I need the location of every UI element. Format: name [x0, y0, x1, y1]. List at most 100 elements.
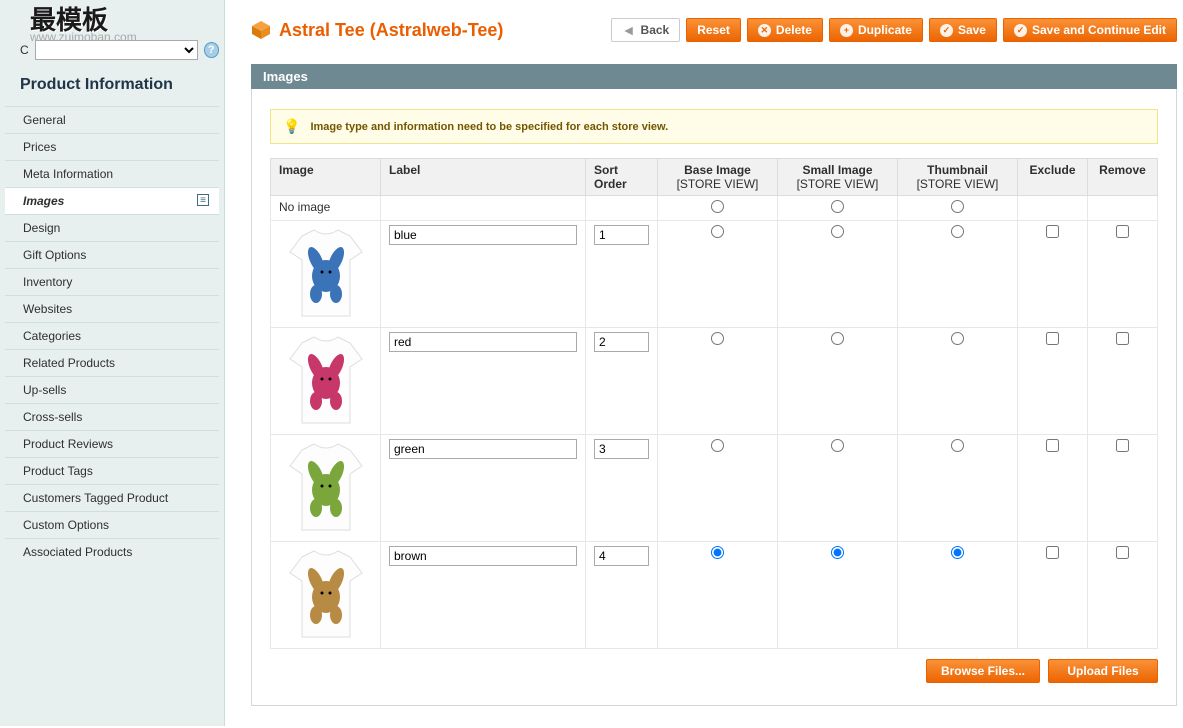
sidebar-item-link[interactable]: Prices [5, 134, 219, 160]
sidebar-item-associated-products[interactable]: Associated Products [5, 538, 219, 565]
back-button[interactable]: ◄Back [611, 18, 681, 42]
sidebar-item-inventory[interactable]: Inventory [5, 268, 219, 295]
table-footer-buttons: Browse Files... Upload Files [270, 649, 1158, 685]
upload-files-button[interactable]: Upload Files [1048, 659, 1158, 683]
sidebar-item-link[interactable]: Cross-sells [5, 404, 219, 430]
table-row [271, 435, 1158, 542]
duplicate-button-label: Duplicate [858, 23, 912, 37]
sort-order-input[interactable] [594, 225, 649, 245]
sidebar-item-images[interactable]: Images≡ [5, 187, 219, 214]
sidebar-item-link[interactable]: Product Tags [5, 458, 219, 484]
sidebar-item-link[interactable]: Up-sells [5, 377, 219, 403]
duplicate-button[interactable]: + Duplicate [829, 18, 923, 42]
small-image-radio[interactable] [831, 546, 844, 559]
base-image-radio-none[interactable] [711, 200, 724, 213]
small-image-radio-none[interactable] [831, 200, 844, 213]
sidebar-item-categories[interactable]: Categories [5, 322, 219, 349]
col-small-label: Small Image [802, 163, 872, 177]
section-header: Images [251, 64, 1177, 89]
sidebar-item-meta-information[interactable]: Meta Information [5, 160, 219, 187]
col-thumb-label: Thumbnail [927, 163, 988, 177]
sidebar-item-link[interactable]: Websites [5, 296, 219, 322]
sidebar-item-link[interactable]: Categories [5, 323, 219, 349]
sidebar-title: Product Information [20, 72, 219, 98]
sidebar-item-link[interactable]: Inventory [5, 269, 219, 295]
sidebar-item-link[interactable]: Associated Products [5, 539, 219, 565]
sidebar-item-related-products[interactable]: Related Products [5, 349, 219, 376]
sidebar-item-gift-options[interactable]: Gift Options [5, 241, 219, 268]
save-continue-button[interactable]: ✓Save and Continue Edit [1003, 18, 1177, 42]
small-image-radio[interactable] [831, 439, 844, 452]
label-input[interactable] [389, 332, 577, 352]
col-base-label: Base Image [684, 163, 751, 177]
remove-checkbox[interactable] [1116, 225, 1129, 238]
small-image-radio[interactable] [831, 225, 844, 238]
sidebar-item-customers-tagged-product[interactable]: Customers Tagged Product [5, 484, 219, 511]
label-input[interactable] [389, 439, 577, 459]
col-sort: Sort Order [586, 159, 658, 196]
sidebar-item-link[interactable]: Related Products [5, 350, 219, 376]
sidebar-item-link[interactable]: Product Reviews [5, 431, 219, 457]
sidebar-item-general[interactable]: General [5, 106, 219, 133]
sidebar-item-link[interactable]: Customers Tagged Product [5, 485, 219, 511]
sidebar-item-link[interactable]: Gift Options [5, 242, 219, 268]
product-image-thumb[interactable] [281, 441, 371, 535]
label-input[interactable] [389, 546, 577, 566]
sort-order-input[interactable] [594, 546, 649, 566]
notice-banner: 💡 Image type and information need to be … [270, 109, 1158, 144]
save-continue-button-label: Save and Continue Edit [1032, 23, 1166, 37]
exclude-checkbox[interactable] [1046, 546, 1059, 559]
product-cube-icon [251, 20, 271, 40]
product-image-thumb[interactable] [281, 227, 371, 321]
product-image-thumb[interactable] [281, 334, 371, 428]
sidebar-item-link[interactable]: Custom Options [5, 512, 219, 538]
thumbnail-radio[interactable] [951, 332, 964, 345]
remove-checkbox[interactable] [1116, 439, 1129, 452]
sidebar-item-link[interactable]: Design [5, 215, 219, 241]
no-image-cell: No image [271, 196, 381, 221]
thumbnail-radio[interactable] [951, 225, 964, 238]
save-button[interactable]: ✓Save [929, 18, 997, 42]
remove-checkbox[interactable] [1116, 546, 1129, 559]
duplicate-icon: + [840, 24, 853, 37]
sidebar-item-up-sells[interactable]: Up-sells [5, 376, 219, 403]
col-label: Label [381, 159, 586, 196]
sidebar-item-product-tags[interactable]: Product Tags [5, 457, 219, 484]
sidebar-item-prices[interactable]: Prices [5, 133, 219, 160]
exclude-checkbox[interactable] [1046, 225, 1059, 238]
expand-icon[interactable]: ≡ [197, 194, 209, 206]
col-base-store-view: [STORE VIEW] [666, 177, 769, 191]
exclude-checkbox[interactable] [1046, 439, 1059, 452]
notice-text: Image type and information need to be sp… [310, 121, 668, 133]
sidebar-item-design[interactable]: Design [5, 214, 219, 241]
col-base: Base Image[STORE VIEW] [658, 159, 778, 196]
small-image-radio[interactable] [831, 332, 844, 345]
base-image-radio[interactable] [711, 225, 724, 238]
sidebar-item-link[interactable]: General [5, 107, 219, 133]
remove-checkbox[interactable] [1116, 332, 1129, 345]
base-image-radio[interactable] [711, 439, 724, 452]
exclude-checkbox[interactable] [1046, 332, 1059, 345]
sidebar-item-websites[interactable]: Websites [5, 295, 219, 322]
sidebar-item-link[interactable]: Images [5, 188, 219, 214]
help-icon[interactable]: ? [204, 42, 219, 58]
thumbnail-radio[interactable] [951, 546, 964, 559]
base-image-radio[interactable] [711, 332, 724, 345]
sidebar-item-link[interactable]: Meta Information [5, 161, 219, 187]
label-input[interactable] [389, 225, 577, 245]
sidebar-item-cross-sells[interactable]: Cross-sells [5, 403, 219, 430]
sort-order-input[interactable] [594, 332, 649, 352]
save-icon: ✓ [940, 24, 953, 37]
thumbnail-radio-none[interactable] [951, 200, 964, 213]
sidebar-item-product-reviews[interactable]: Product Reviews [5, 430, 219, 457]
browse-files-button[interactable]: Browse Files... [926, 659, 1040, 683]
sidebar-item-custom-options[interactable]: Custom Options [5, 511, 219, 538]
delete-button[interactable]: ✕Delete [747, 18, 823, 42]
col-thumb-store-view: [STORE VIEW] [906, 177, 1009, 191]
sort-order-input[interactable] [594, 439, 649, 459]
product-image-thumb[interactable] [281, 548, 371, 642]
reset-button[interactable]: Reset [686, 18, 741, 42]
col-exclude: Exclude [1018, 159, 1088, 196]
base-image-radio[interactable] [711, 546, 724, 559]
thumbnail-radio[interactable] [951, 439, 964, 452]
